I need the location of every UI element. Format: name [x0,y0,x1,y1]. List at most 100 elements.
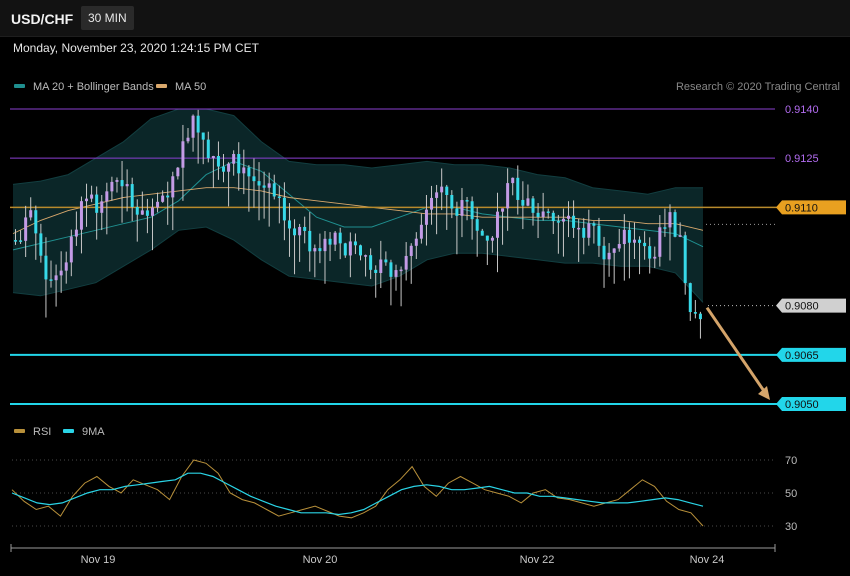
candle-body [227,163,231,172]
candle-body [318,248,322,252]
support-label: 0.9065 [785,350,819,362]
candle-body [120,180,124,187]
candle-body [196,115,200,133]
legend-swatch-ma50 [156,84,167,88]
candle-body [577,227,581,230]
rsi-tick-label: 70 [785,455,797,467]
candle-body [49,279,53,281]
candle-body [272,183,276,197]
candle-body [511,177,515,184]
rsi-layer: 70 50 30 [11,455,797,533]
candle-body [688,283,692,313]
candle-body [419,224,423,239]
candle-body [389,262,393,277]
candle-body [364,255,368,257]
candle-body [105,191,109,202]
candle-body [607,252,611,260]
candle-body [44,255,48,280]
candle-body [678,235,682,237]
candle-body [79,201,83,230]
candle-body [64,262,68,271]
candle-body [440,186,444,193]
candle-body [485,235,489,241]
pivot-label: 0.9110 [785,202,818,214]
candle-body [516,177,520,200]
candle-body [191,115,195,138]
candle-body [617,244,621,249]
candle-body [399,269,403,272]
candle-body [313,248,317,252]
candle-body [156,201,160,208]
bollinger-bands-layer [12,108,704,303]
candle-body [683,235,687,284]
x-tick-label: Nov 24 [690,554,725,566]
candle-body [19,240,23,242]
forecast-arrow-head [758,386,770,400]
candle-body [430,197,434,210]
candle-body [648,246,652,259]
candle-body [394,270,398,277]
candle-body [237,153,241,174]
candle-body [490,237,494,241]
candle-body [638,239,642,243]
candle-body [587,223,591,238]
chart-canvas[interactable]: MA 20 + Bollinger Bands MA 50 Research ©… [0,0,850,576]
candle-body [161,195,165,202]
candle-body [338,232,342,244]
candle-body [145,210,149,216]
candle-body [115,180,119,182]
candle-body [242,167,246,174]
legend-label-ma50: MA 50 [175,81,206,93]
rsi-ma-line [11,472,704,516]
candle-body [643,242,647,247]
candle-body [74,229,78,237]
candle-body [627,229,631,243]
candle-body [414,238,418,246]
candle-body [206,139,210,159]
rsi-tick-label: 50 [785,488,797,500]
x-tick-label: Nov 19 [81,554,116,566]
candle-body [551,212,555,222]
rsi-tick-label: 30 [785,521,797,533]
candle-body [216,156,220,167]
x-tick-label: Nov 20 [303,554,338,566]
copyright-text: Research © 2020 Trading Central [676,81,840,93]
candle-body [298,226,302,236]
legend-label-rsi: RSI [33,426,51,438]
candle-body [135,207,139,215]
candle-body [24,217,28,241]
candle-body [470,201,474,220]
current-price-label: 0.9080 [785,301,819,313]
candle-body [343,243,347,256]
legend-swatch-ma20 [14,84,25,88]
candle-body [14,240,17,242]
support-label: 0.9050 [785,399,819,411]
candle-body [333,232,337,245]
candle-body [29,210,33,218]
candle-body [455,208,459,216]
candle-body [653,256,657,259]
candle-body [409,245,413,256]
candle-body [668,212,672,228]
x-tick-label: Nov 22 [520,554,555,566]
candle-body [59,270,63,276]
candle-body [125,184,129,187]
forecast-arrow-layer [705,306,770,400]
candle-body [293,228,297,236]
resistance-label: 0.9125 [785,153,819,165]
candle-body [506,183,510,209]
candle-body [140,210,144,215]
candle-body [110,181,114,192]
candle-body [658,227,662,257]
candle-body [323,238,327,252]
candle-body [348,241,352,256]
candle-body [252,176,256,182]
candle-body [150,207,154,216]
candle-body [622,229,626,245]
candle-body [34,210,38,234]
candle-body [582,227,586,238]
candle-body [211,156,215,159]
candle-body [541,211,545,218]
candle-body [379,259,383,273]
candle-body [424,209,428,225]
